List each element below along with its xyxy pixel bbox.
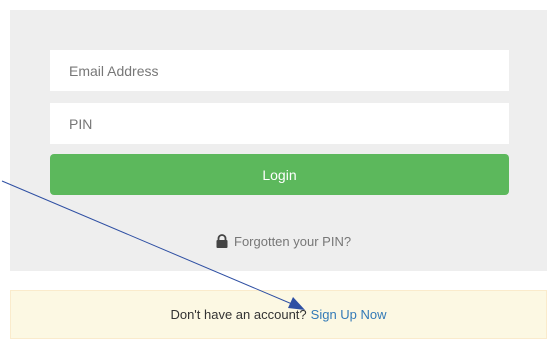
pin-field[interactable]	[50, 103, 509, 144]
lock-icon	[215, 234, 229, 248]
email-field[interactable]	[50, 50, 509, 91]
signup-prompt: Don't have an account?	[170, 307, 307, 322]
login-page: Login Forgotten your PIN? Don't have an …	[0, 0, 547, 346]
forgot-pin-label: Forgotten your PIN?	[234, 233, 352, 249]
signup-panel: Don't have an account? Sign Up Now	[10, 290, 547, 339]
forgot-pin-link[interactable]: Forgotten your PIN?	[215, 232, 351, 250]
login-button[interactable]: Login	[50, 154, 509, 195]
signup-link[interactable]: Sign Up Now	[311, 307, 387, 322]
